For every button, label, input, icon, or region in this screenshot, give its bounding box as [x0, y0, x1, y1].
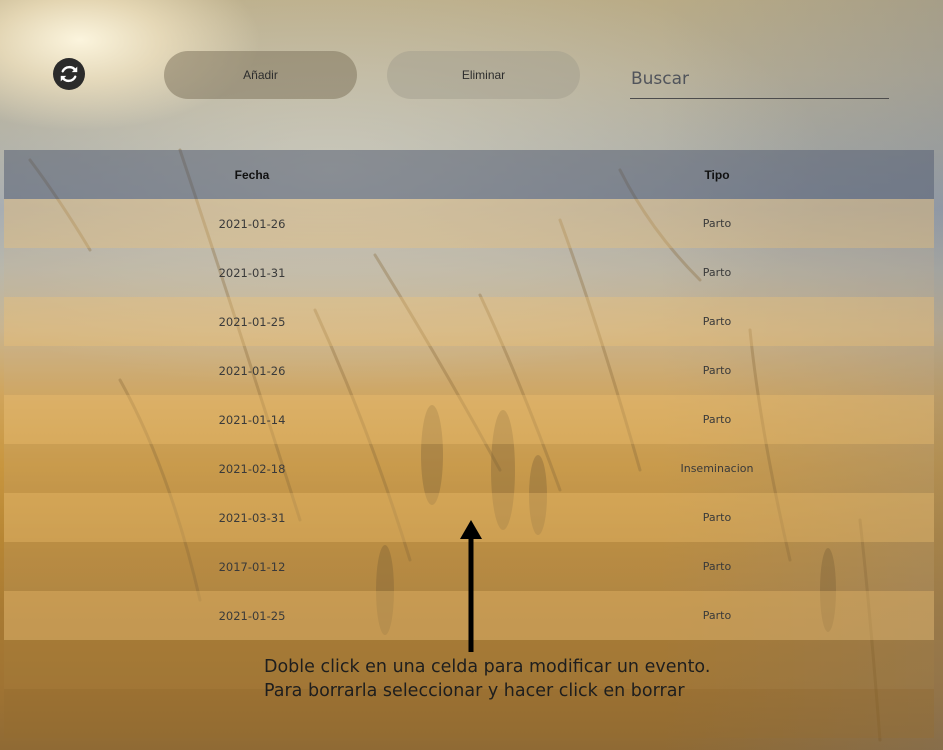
cell-tipo[interactable]: Inseminacion: [617, 444, 817, 493]
table-row[interactable]: 2021-01-31 Parto: [4, 248, 934, 297]
cell-tipo[interactable]: Parto: [617, 542, 817, 591]
help-text: Doble click en una celda para modificar …: [264, 655, 824, 703]
table-row[interactable]: 2021-01-14 Parto: [4, 395, 934, 444]
cell-fecha[interactable]: 2017-01-12: [152, 542, 352, 591]
toolbar: Añadir Eliminar: [0, 0, 943, 130]
cell-fecha[interactable]: 2021-01-14: [152, 395, 352, 444]
cell-fecha[interactable]: 2021-01-25: [152, 591, 352, 640]
cell-tipo[interactable]: Parto: [617, 395, 817, 444]
cell-tipo[interactable]: Parto: [617, 199, 817, 248]
cell-tipo[interactable]: Parto: [617, 591, 817, 640]
up-arrow-icon: [460, 520, 482, 652]
cell-fecha[interactable]: 2021-02-18: [152, 444, 352, 493]
cell-fecha[interactable]: 2021-01-31: [152, 248, 352, 297]
column-header-fecha[interactable]: Fecha: [152, 150, 352, 199]
table-row[interactable]: 2021-01-25 Parto: [4, 297, 934, 346]
table-row[interactable]: 2021-01-26 Parto: [4, 346, 934, 395]
cell-fecha[interactable]: 2021-01-25: [152, 297, 352, 346]
help-text-line: Doble click en una celda para modificar …: [264, 657, 711, 677]
column-header-tipo[interactable]: Tipo: [617, 150, 817, 199]
refresh-icon: [60, 65, 78, 83]
delete-button[interactable]: Eliminar: [387, 51, 580, 99]
cell-tipo[interactable]: Parto: [617, 297, 817, 346]
search-input[interactable]: [630, 60, 889, 99]
cell-tipo[interactable]: Parto: [617, 248, 817, 297]
table-row[interactable]: 2021-02-18 Inseminacion: [4, 444, 934, 493]
cell-tipo[interactable]: Parto: [617, 493, 817, 542]
add-button[interactable]: Añadir: [164, 51, 357, 99]
table-row[interactable]: 2021-01-26 Parto: [4, 199, 934, 248]
cell-tipo[interactable]: Parto: [617, 346, 817, 395]
help-text-line: Para borrarla seleccionar y hacer click …: [264, 681, 685, 701]
cell-fecha[interactable]: 2021-01-26: [152, 346, 352, 395]
refresh-button[interactable]: [53, 58, 85, 90]
cell-fecha[interactable]: 2021-01-26: [152, 199, 352, 248]
table-header: Fecha Tipo: [4, 150, 934, 199]
cell-fecha[interactable]: 2021-03-31: [152, 493, 352, 542]
